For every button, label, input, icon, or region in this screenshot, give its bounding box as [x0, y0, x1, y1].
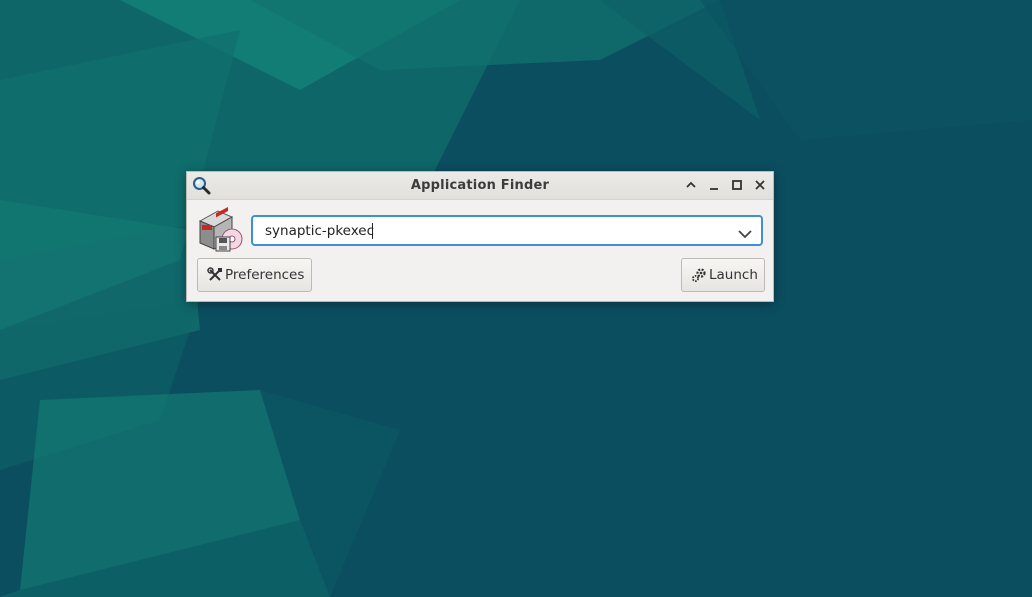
- minimize-icon[interactable]: [707, 178, 721, 192]
- launch-button[interactable]: Launch: [681, 258, 765, 292]
- gears-icon: [691, 267, 707, 283]
- shade-icon[interactable]: [684, 178, 698, 192]
- title-bar[interactable]: Application Finder: [187, 172, 773, 200]
- preferences-button[interactable]: Preferences: [197, 258, 312, 292]
- text-cursor: [372, 223, 373, 239]
- synaptic-package-manager-icon: [196, 206, 244, 253]
- search-combobox[interactable]: [251, 215, 763, 246]
- chevron-down-icon[interactable]: [737, 225, 753, 239]
- close-icon[interactable]: [753, 178, 767, 192]
- search-input[interactable]: [265, 221, 725, 241]
- preferences-label: Preferences: [225, 267, 305, 283]
- application-finder-window: Application Finder synaptic-pkexec Prefe…: [186, 171, 774, 302]
- maximize-icon[interactable]: [730, 178, 744, 192]
- launch-label: Launch: [709, 267, 758, 283]
- tools-icon: [207, 267, 223, 283]
